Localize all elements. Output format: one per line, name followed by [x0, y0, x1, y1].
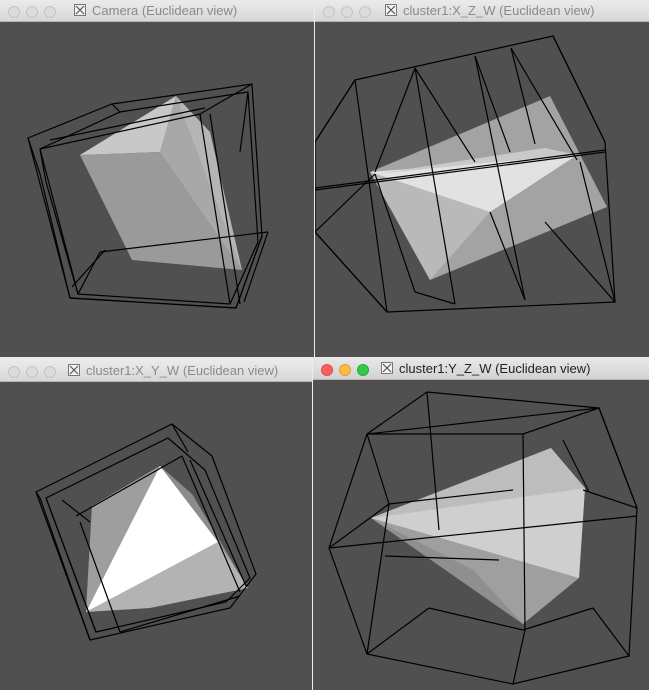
window-controls: [8, 365, 62, 383]
window-title: cluster1:X_Z_W (Euclidean view): [403, 3, 595, 18]
yzw-3d-scene[interactable]: [313, 380, 649, 690]
yzw-window[interactable]: cluster1:Y_Z_W (Euclidean view): [313, 358, 649, 690]
window-title: Camera (Euclidean view): [92, 3, 238, 18]
x11-icon: [74, 4, 86, 16]
window-title-group: cluster1:X_Z_W (Euclidean view): [385, 3, 594, 18]
camera-titlebar[interactable]: Camera (Euclidean view): [0, 0, 314, 22]
x11-icon: [68, 364, 80, 376]
xzw-titlebar[interactable]: cluster1:X_Z_W (Euclidean view): [315, 0, 649, 22]
close-button[interactable]: [8, 366, 20, 378]
xzw-3d-scene[interactable]: [315, 22, 649, 357]
window-controls: [321, 363, 375, 381]
yzw-viewport[interactable]: [313, 380, 649, 690]
window-title: cluster1:Y_Z_W (Euclidean view): [399, 361, 591, 376]
camera-3d-scene[interactable]: [0, 22, 314, 357]
xyw-viewport[interactable]: [0, 382, 312, 690]
minimize-button[interactable]: [26, 6, 38, 18]
maximize-button[interactable]: [44, 366, 56, 378]
maximize-button[interactable]: [44, 6, 56, 18]
maximize-button[interactable]: [357, 364, 369, 376]
window-controls: [323, 5, 377, 23]
minimize-button[interactable]: [26, 366, 38, 378]
xyw-window[interactable]: cluster1:X_Y_W (Euclidean view): [0, 360, 312, 690]
yzw-titlebar[interactable]: cluster1:Y_Z_W (Euclidean view): [313, 358, 649, 380]
xyw-3d-scene[interactable]: [0, 382, 312, 690]
x11-icon: [385, 4, 397, 16]
minimize-button[interactable]: [339, 364, 351, 376]
maximize-button[interactable]: [359, 6, 371, 18]
close-button[interactable]: [8, 6, 20, 18]
minimize-button[interactable]: [341, 6, 353, 18]
x11-icon: [381, 362, 393, 374]
window-title-group: cluster1:X_Y_W (Euclidean view): [68, 363, 278, 378]
camera-viewport[interactable]: [0, 22, 314, 357]
window-title-group: Camera (Euclidean view): [74, 3, 237, 18]
window-title: cluster1:X_Y_W (Euclidean view): [86, 363, 279, 378]
xzw-window[interactable]: cluster1:X_Z_W (Euclidean view): [315, 0, 649, 357]
xyw-titlebar[interactable]: cluster1:X_Y_W (Euclidean view): [0, 360, 312, 382]
window-controls: [8, 5, 62, 23]
window-title-group: cluster1:Y_Z_W (Euclidean view): [381, 361, 590, 376]
solid-face: [80, 96, 176, 155]
close-button[interactable]: [323, 6, 335, 18]
xzw-viewport[interactable]: [315, 22, 649, 357]
camera-window[interactable]: Camera (Euclidean view): [0, 0, 314, 357]
close-button[interactable]: [321, 364, 333, 376]
